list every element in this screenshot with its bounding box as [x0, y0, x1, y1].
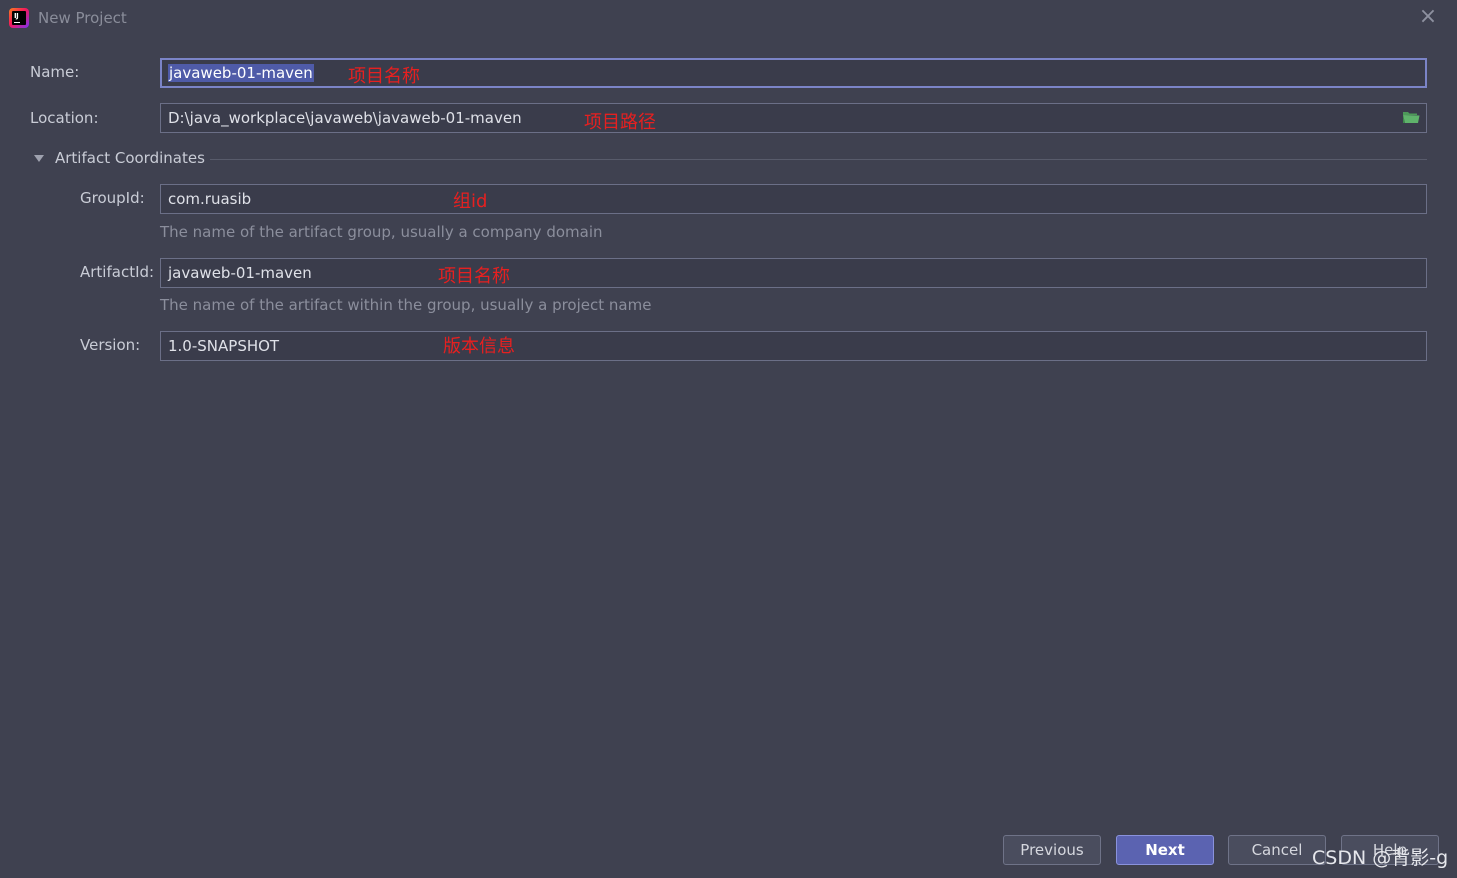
groupid-label: GroupId: [80, 189, 145, 207]
artifactid-annotation: 项目名称 [438, 266, 510, 287]
groupid-annotation: 组id [453, 191, 488, 212]
version-annotation: 版本信息 [443, 336, 515, 357]
close-icon[interactable]: × [1418, 6, 1438, 28]
window-title: New Project [38, 9, 127, 27]
groupid-input[interactable]: com.ruasib [160, 184, 1427, 214]
expand-triangle-icon[interactable] [34, 155, 44, 162]
groupid-value: com.ruasib [168, 190, 252, 208]
name-value: javaweb-01-maven [168, 64, 314, 82]
csdn-watermark: CSDN @背影-g [1312, 847, 1449, 869]
section-divider [210, 159, 1427, 160]
version-label: Version: [80, 336, 141, 354]
name-label: Name: [30, 63, 80, 81]
folder-open-icon[interactable] [1402, 110, 1420, 124]
location-label: Location: [30, 109, 99, 127]
artifactid-label: ArtifactId: [80, 263, 155, 281]
location-annotation: 项目路径 [584, 112, 656, 133]
version-input[interactable]: 1.0-SNAPSHOT [160, 331, 1427, 361]
intellij-logo-icon: IJ [9, 8, 29, 28]
title-bar: IJ New Project × [0, 0, 1457, 36]
location-value: D:\java_workplace\javaweb\javaweb-01-mav… [168, 109, 522, 127]
artifactid-input[interactable]: javaweb-01-maven [160, 258, 1427, 288]
name-annotation: 项目名称 [348, 66, 420, 87]
groupid-hint: The name of the artifact group, usually … [160, 223, 603, 241]
version-value: 1.0-SNAPSHOT [168, 337, 280, 355]
artifact-coordinates-section: Artifact Coordinates [34, 148, 1427, 170]
previous-button[interactable]: Previous [1003, 835, 1101, 865]
section-title[interactable]: Artifact Coordinates [55, 149, 205, 167]
artifactid-value: javaweb-01-maven [168, 264, 312, 282]
location-input[interactable]: D:\java_workplace\javaweb\javaweb-01-mav… [160, 103, 1427, 133]
artifactid-hint: The name of the artifact within the grou… [160, 296, 652, 314]
next-button[interactable]: Next [1116, 835, 1214, 865]
